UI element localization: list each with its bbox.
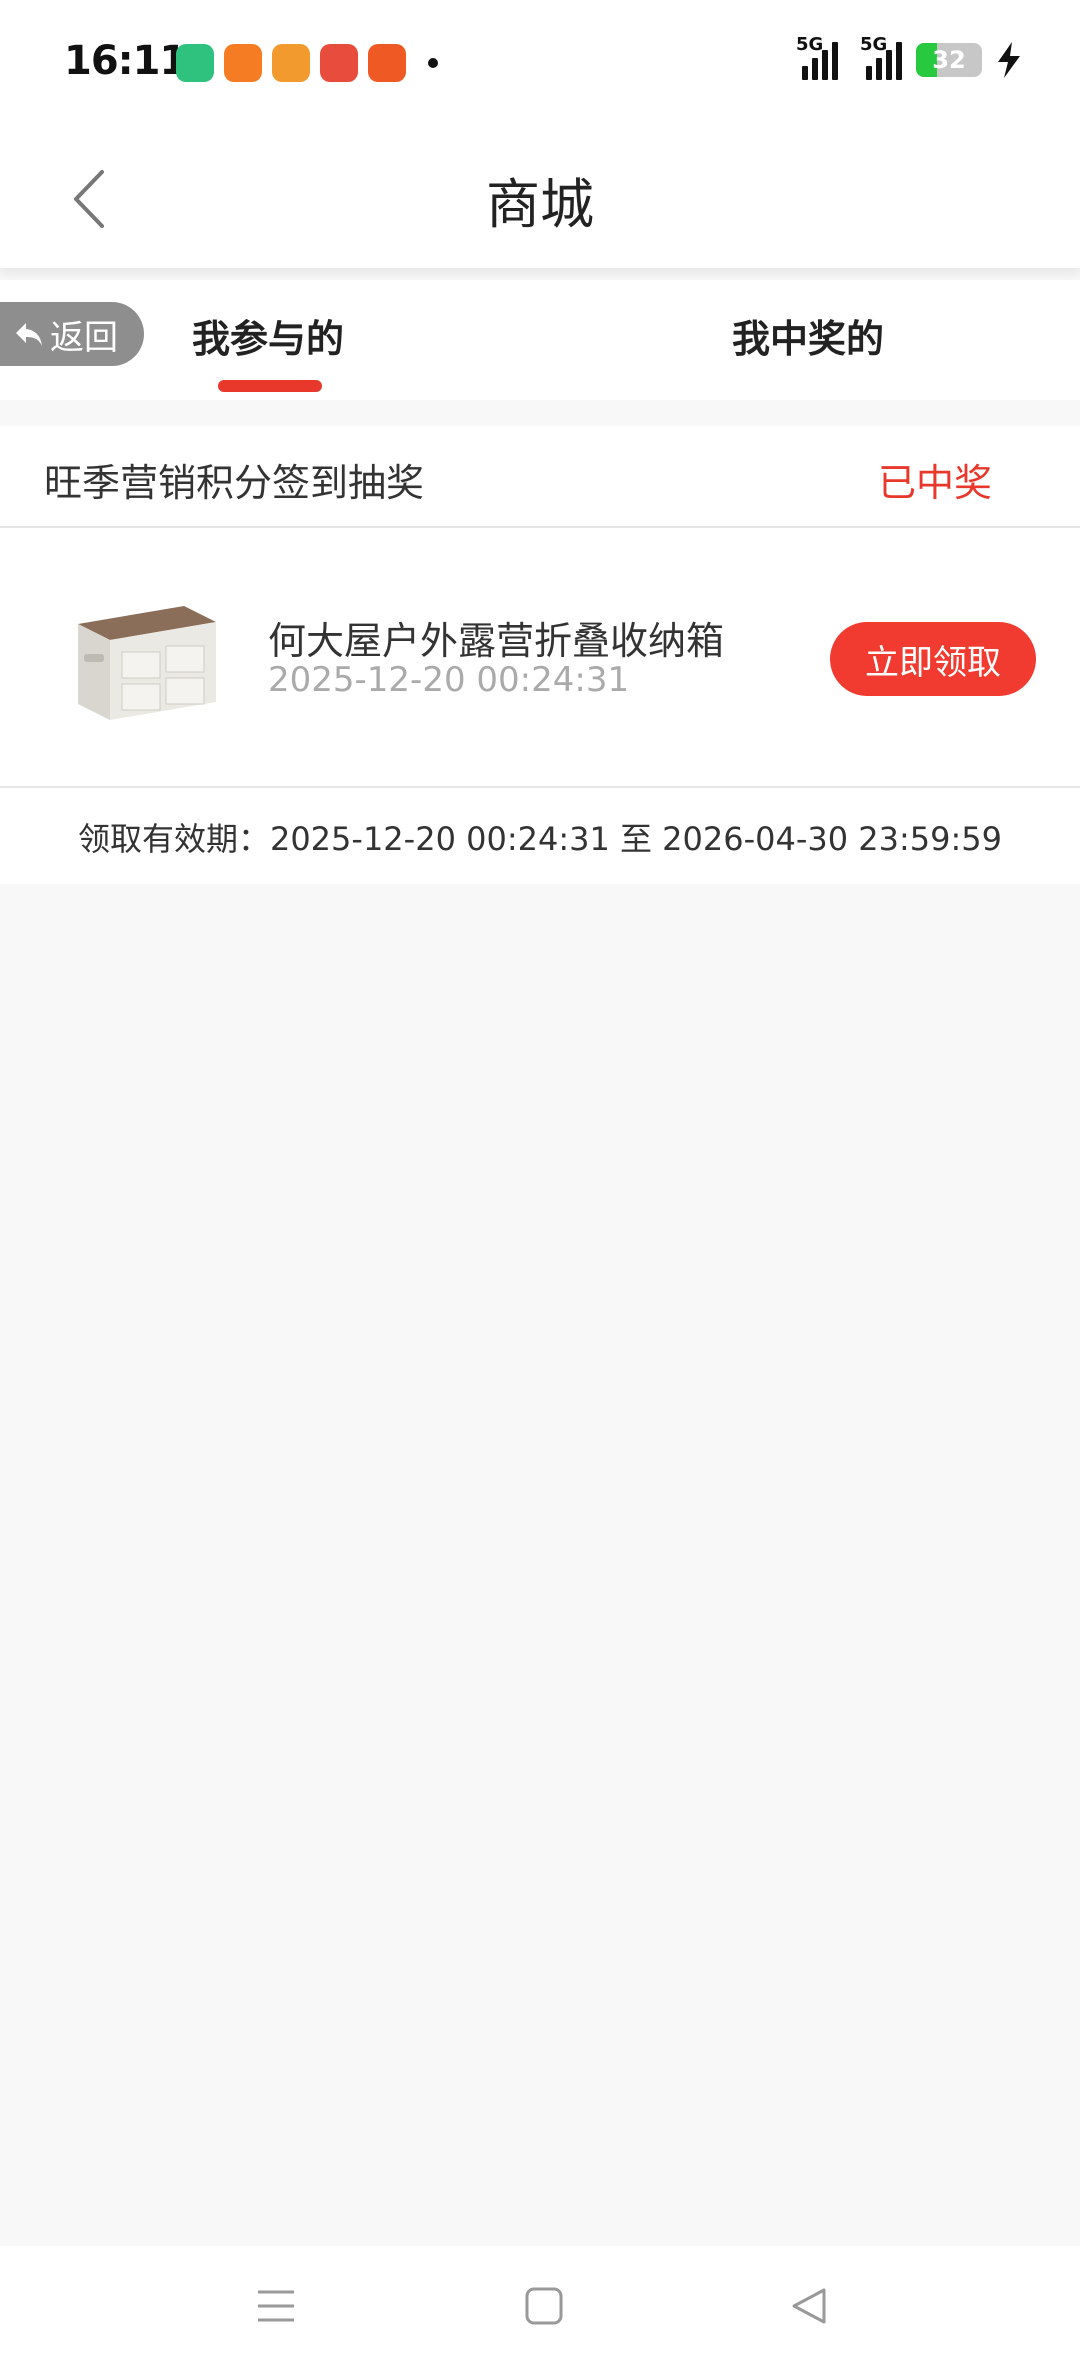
nav-bar: 商城 <box>0 130 1080 268</box>
battery-level: 32 <box>932 46 966 74</box>
floating-back-label: 返回 <box>50 317 118 358</box>
battery-icon: 32 <box>916 43 982 77</box>
prize-row: 何大屋户外露营折叠收纳箱 2025-12-20 00:24:31 立即领取 <box>0 528 1080 788</box>
validity-period: 领取有效期：2025-12-20 00:24:31 至 2026-04-30 2… <box>77 820 1003 858</box>
reply-arrow-icon <box>16 323 42 346</box>
orange-app-icon <box>224 44 262 82</box>
network-label-1: 5G <box>796 34 824 55</box>
battery-saver-app-icon <box>176 44 214 82</box>
status-bar: 16:11 5G 5G 32 <box>0 0 1080 130</box>
storage-box-image <box>78 606 216 720</box>
signal-icon: 5G <box>796 34 838 80</box>
prize-name: 何大屋户外露营折叠收纳箱 <box>268 619 725 663</box>
network-label-2: 5G <box>860 34 888 55</box>
send-app-icon <box>368 44 406 82</box>
activity-name: 旺季营销积分签到抽奖 <box>44 461 425 505</box>
page-title: 商城 <box>486 173 594 236</box>
status-time: 16:11 <box>64 38 187 84</box>
prize-time: 2025-12-20 00:24:31 <box>268 660 630 700</box>
home-icon[interactable] <box>524 2286 564 2326</box>
more-notifications-icon <box>428 58 438 68</box>
record-header: 旺季营销积分签到抽奖 已中奖 <box>0 426 1080 528</box>
floating-back-button[interactable]: 返回 <box>0 302 144 366</box>
notification-icons <box>176 44 438 82</box>
tab-won[interactable]: 我中奖的 <box>732 308 884 363</box>
active-tab-indicator <box>218 380 322 392</box>
validity-row: 领取有效期：2025-12-20 00:24:31 至 2026-04-30 2… <box>0 788 1080 884</box>
signal-icon-2: 5G <box>860 34 902 80</box>
claim-now-button[interactable]: 立即领取 <box>830 622 1036 696</box>
game-app-icon <box>272 44 310 82</box>
pig-app-icon <box>320 44 358 82</box>
lottery-record-card: 旺季营销积分签到抽奖 已中奖 何大屋户外露营折叠收纳箱 2025-12-20 0… <box>0 426 1080 884</box>
menu-icon[interactable] <box>256 2286 296 2326</box>
charging-icon <box>998 42 1020 78</box>
status-indicators: 5G 5G 32 <box>796 34 1022 80</box>
system-navigation-bar <box>0 2246 1080 2376</box>
tab-bar: 返回 我参与的 我中奖的 <box>0 280 1080 400</box>
tab-participated[interactable]: 我参与的 <box>192 308 344 363</box>
back-icon[interactable] <box>790 2286 830 2326</box>
status-badge: 已中奖 <box>877 461 992 505</box>
